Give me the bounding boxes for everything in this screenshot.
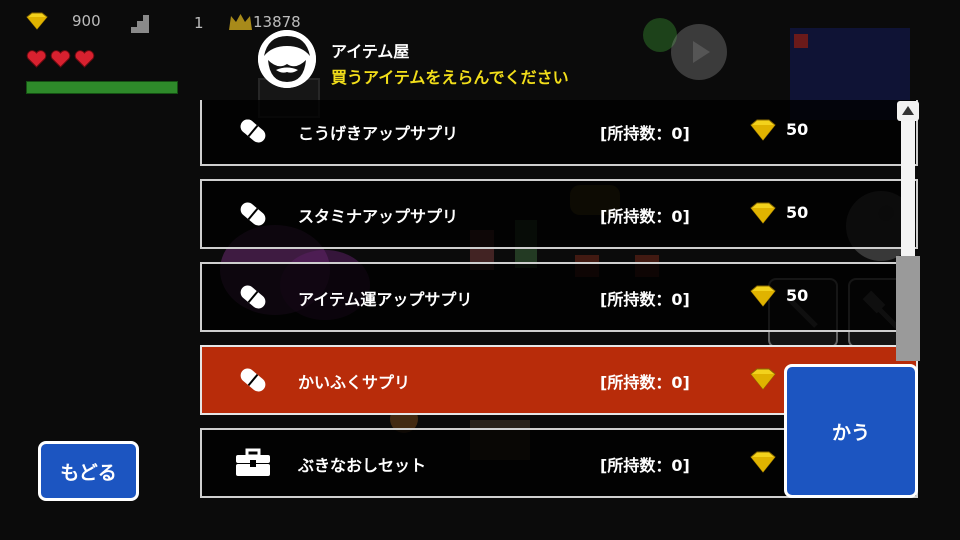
item-owned-count: [所持数：0] bbox=[600, 207, 690, 226]
list-item[interactable]: スタミナアップサプリ [所持数：0] 50 bbox=[200, 179, 918, 249]
floor-counter: 1 bbox=[130, 12, 204, 34]
item-name: ぶきなおしセット bbox=[298, 456, 427, 475]
pill-icon bbox=[240, 285, 266, 309]
gem-icon bbox=[750, 451, 776, 473]
gem-icon bbox=[26, 12, 48, 30]
item-owned-count: [所持数：0] bbox=[600, 290, 690, 309]
life-hearts bbox=[26, 50, 95, 68]
play-icon bbox=[693, 41, 710, 63]
toolbox-icon bbox=[236, 448, 270, 476]
play-button[interactable] bbox=[671, 24, 727, 80]
item-name: こうげきアップサプリ bbox=[298, 124, 459, 143]
floor-number: 1 bbox=[194, 14, 204, 32]
back-button[interactable]: もどる bbox=[38, 441, 139, 501]
scrollbar-thumb[interactable] bbox=[896, 256, 920, 361]
shop-header: アイテム屋 買うアイテムをえらんでください bbox=[258, 30, 658, 90]
item-price: 50 bbox=[786, 203, 809, 222]
score-counter: 13878 bbox=[228, 12, 301, 32]
item-name: アイテム運アップサプリ bbox=[298, 290, 473, 309]
scroll-track-top bbox=[901, 121, 915, 257]
gem-icon bbox=[750, 119, 776, 141]
score-value: 13878 bbox=[253, 13, 301, 31]
shop-instruction: 買うアイテムをえらんでください bbox=[331, 68, 569, 87]
item-price: 50 bbox=[786, 120, 809, 139]
shopkeeper-icon bbox=[258, 30, 316, 88]
gem-icon bbox=[750, 368, 776, 390]
crown-icon bbox=[229, 14, 252, 30]
heart-icon bbox=[74, 50, 95, 68]
item-owned-count: [所持数：0] bbox=[600, 373, 690, 392]
stairs-icon bbox=[131, 15, 149, 33]
item-name: スタミナアップサプリ bbox=[298, 207, 459, 226]
item-price: 50 bbox=[786, 286, 809, 305]
pill-icon bbox=[240, 119, 266, 143]
list-item[interactable]: アイテム運アップサプリ [所持数：0] 50 bbox=[200, 262, 918, 332]
gem-count: 900 bbox=[72, 12, 101, 30]
scroll-up-button[interactable] bbox=[897, 101, 919, 121]
pill-icon bbox=[240, 368, 266, 392]
heart-icon bbox=[50, 50, 71, 68]
gem-icon bbox=[750, 202, 776, 224]
buy-button[interactable]: かう bbox=[784, 364, 918, 498]
item-name: かいふくサプリ bbox=[298, 373, 411, 392]
arrow-up-icon bbox=[902, 106, 914, 115]
item-owned-count: [所持数：0] bbox=[600, 124, 690, 143]
gem-icon bbox=[750, 285, 776, 307]
gem-counter: 900 bbox=[26, 12, 101, 30]
list-item[interactable]: こうげきアップサプリ [所持数：0] 50 bbox=[200, 100, 918, 166]
shop-title: アイテム屋 bbox=[331, 42, 410, 61]
heart-icon bbox=[26, 50, 47, 68]
item-owned-count: [所持数：0] bbox=[600, 456, 690, 475]
stamina-bar bbox=[26, 81, 178, 94]
pill-icon bbox=[240, 202, 266, 226]
